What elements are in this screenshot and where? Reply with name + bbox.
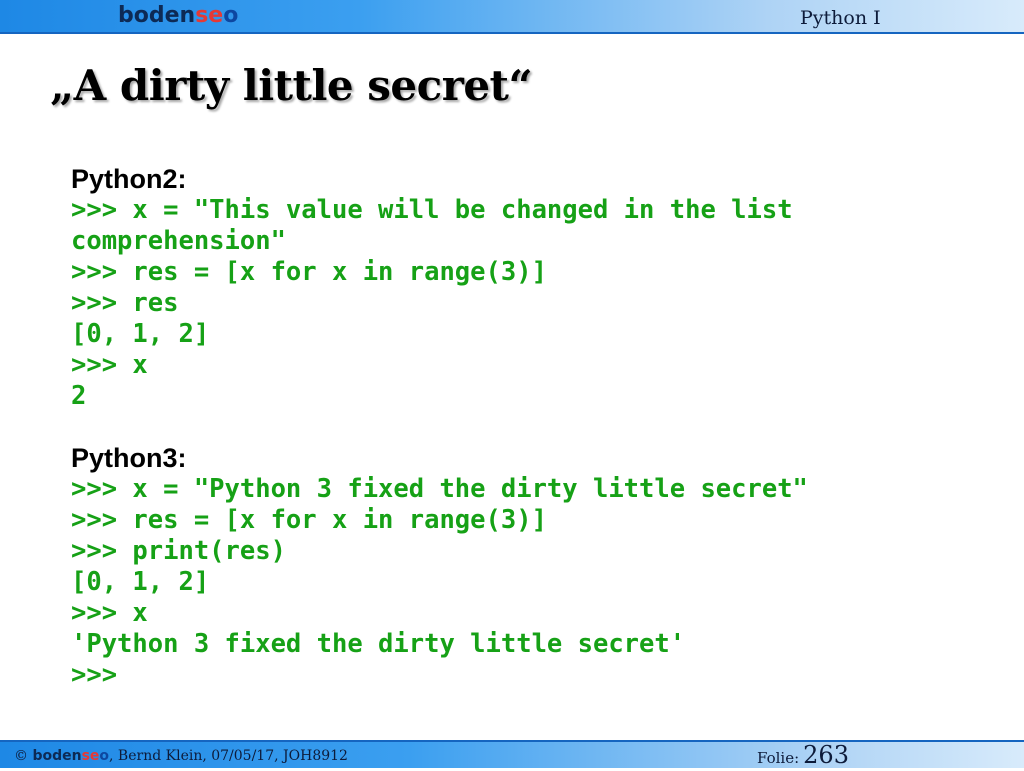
code-line: >>> res — [71, 288, 179, 318]
copyright-symbol: © — [14, 748, 28, 764]
section-heading: Python2: — [71, 164, 187, 194]
code-line: >>> — [71, 660, 118, 690]
footer-logo-part-2: se — [81, 748, 100, 764]
folie-label: Folie: — [757, 749, 800, 767]
code-line: 'Python 3 fixed the dirty little secret' — [71, 629, 686, 659]
code-line: 2 — [71, 381, 87, 411]
logo-part-2: se — [195, 3, 224, 28]
code-line: >>> x = "Python 3 fixed the dirty little… — [71, 474, 808, 504]
footer-logo-part-3: o — [99, 748, 110, 764]
section-python3: Python3: >>> x = "Python 3 fixed the dir… — [71, 443, 1011, 691]
footer-logo-part-1: boden — [32, 748, 82, 764]
course-title: Python I — [800, 7, 881, 29]
code-line: [0, 1, 2] — [71, 567, 210, 597]
slide-content: Python2: >>> x = "This value will be cha… — [71, 164, 1011, 691]
code-line: >>> x = "This value will be changed in t… — [71, 195, 793, 225]
code-line: [0, 1, 2] — [71, 319, 210, 349]
footer-bar: © bodenseo, Bernd Klein, 07/05/17, JOH89… — [0, 740, 1024, 768]
slide-number-block: Folie: 263 — [757, 742, 849, 771]
header-bar: bodenseo Python I — [0, 0, 1024, 34]
code-line: >>> print(res) — [71, 536, 286, 566]
bodenseo-logo: bodenseo — [118, 2, 238, 30]
code-line: >>> res = [x for x in range(3)] — [71, 257, 547, 287]
section-heading: Python3: — [71, 443, 187, 473]
code-line: >>> x — [71, 598, 148, 628]
footer-credits: © bodenseo, Bernd Klein, 07/05/17, JOH89… — [14, 747, 348, 765]
slide-number: 263 — [803, 741, 849, 769]
code-line: >>> res = [x for x in range(3)] — [71, 505, 547, 535]
footer-author-date: , Bernd Klein, 07/05/17, JOH8912 — [109, 748, 348, 764]
code-line: comprehension" — [71, 226, 286, 256]
code-line: >>> x — [71, 350, 148, 380]
footer-logo: bodenseo — [32, 748, 109, 764]
logo-part-3: o — [223, 3, 239, 28]
section-python2: Python2: >>> x = "This value will be cha… — [71, 164, 1011, 412]
logo-part-1: boden — [118, 3, 196, 28]
slide-title: „A dirty little secret“ — [50, 61, 533, 110]
